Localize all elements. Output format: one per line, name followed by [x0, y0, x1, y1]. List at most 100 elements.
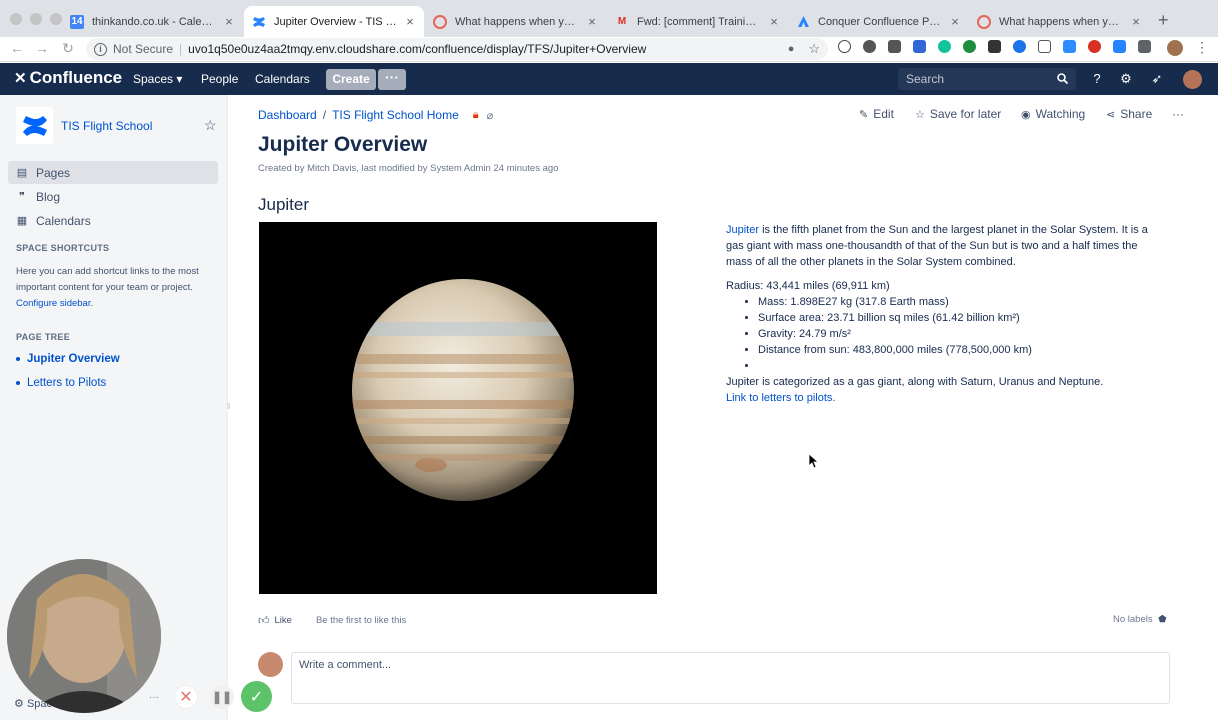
browser-tab-lucid-1[interactable]: What happens when you mo ×: [425, 6, 606, 37]
browser-tab-calendar[interactable]: 14 thinkando.co.uk - Calendar - ×: [62, 6, 243, 37]
like-button[interactable]: 👍︎ Like: [258, 614, 292, 627]
tab-close-icon[interactable]: ×: [586, 14, 598, 29]
space-shortcuts-heading: SPACE SHORTCUTS: [16, 243, 110, 253]
thumbs-up-icon: 👍︎: [258, 615, 270, 627]
tree-item-jupiter-overview[interactable]: Jupiter Overview: [16, 353, 120, 365]
puzzle-icon[interactable]: [1138, 40, 1151, 53]
extensions-bar: [838, 40, 1163, 53]
star-icon[interactable]: ☆: [204, 117, 217, 134]
labels-button[interactable]: No labels ⬟: [1113, 614, 1167, 625]
tab-close-icon[interactable]: ×: [949, 14, 961, 29]
share-button[interactable]: ⋖ Share: [1106, 107, 1152, 121]
sidebar-item-blog[interactable]: ❞ Blog: [8, 185, 218, 208]
commenter-avatar: [258, 652, 283, 677]
extension-6-icon[interactable]: [963, 40, 976, 53]
grammarly-icon[interactable]: [938, 40, 951, 53]
tab-close-icon[interactable]: ×: [223, 14, 235, 29]
sidebar-item-calendars[interactable]: ▦ Calendars: [8, 209, 218, 232]
shortcuts-description: Here you can add shortcut links to the m…: [16, 266, 199, 309]
watching-button[interactable]: ◉ Watching: [1021, 107, 1085, 121]
create-button[interactable]: Create: [326, 69, 376, 90]
tree-item-letters-to-pilots[interactable]: Letters to Pilots: [16, 377, 106, 389]
breadcrumb-space-home[interactable]: TIS Flight School Home: [332, 108, 459, 122]
back-icon[interactable]: ←: [8, 40, 26, 56]
user-avatar[interactable]: [1183, 70, 1202, 89]
address-bar-row: ← → ↻ i Not Secure | uvo1q50e0uz4aa2tmqy…: [0, 37, 1218, 62]
extension-7-icon[interactable]: [988, 40, 1001, 53]
extension-4-icon[interactable]: [913, 40, 926, 53]
save-for-later-button[interactable]: ☆ Save for later: [915, 107, 1001, 121]
window-zoom-dot[interactable]: [50, 13, 62, 25]
search-icon[interactable]: [1057, 68, 1069, 91]
help-icon[interactable]: ?: [1089, 71, 1105, 86]
forward-icon[interactable]: →: [33, 40, 51, 56]
attachment-icon[interactable]: ⌀: [487, 109, 494, 122]
recorder-pause-button[interactable]: ❚❚: [210, 685, 234, 709]
bookmark-star-icon[interactable]: ☆: [808, 41, 820, 57]
jupiter-image[interactable]: [259, 222, 657, 594]
url-text[interactable]: uvo1q50e0uz4aa2tmqy.env.cloudshare.com/c…: [188, 42, 646, 56]
tab-close-icon[interactable]: ×: [768, 14, 780, 29]
lucidchart-icon: [977, 14, 991, 29]
rocket-icon[interactable]: ➶: [1149, 71, 1165, 87]
no-labels-text: No labels: [1113, 614, 1153, 625]
configure-sidebar-link[interactable]: Configure sidebar: [16, 298, 90, 309]
tab-close-icon[interactable]: ×: [404, 14, 416, 29]
url-bar[interactable]: i Not Secure | uvo1q50e0uz4aa2tmqy.env.c…: [86, 38, 828, 60]
lock-icon[interactable]: 🔒︎: [473, 109, 479, 122]
extension-8-icon[interactable]: [1013, 40, 1026, 53]
calendar-icon: ▦: [16, 215, 28, 227]
jupiter-link[interactable]: Jupiter: [726, 224, 759, 236]
extension-9-icon[interactable]: [1038, 40, 1051, 53]
recorder-more-button[interactable]: ···: [144, 687, 164, 707]
recorder-finish-button[interactable]: ✓: [241, 681, 272, 712]
more-actions-icon[interactable]: ···: [1172, 107, 1184, 121]
sidebar-resize-handle[interactable]: ‖: [227, 402, 232, 414]
window-minimize-dot[interactable]: [30, 13, 42, 25]
sidebar-item-pages[interactable]: ▤ Pages: [8, 161, 218, 184]
recorder-cancel-button[interactable]: ✕: [174, 685, 198, 709]
pencil-icon: ✎: [859, 108, 869, 121]
intro-text: is the fifth planet from the Sun and the…: [726, 224, 1148, 268]
share-label: Share: [1120, 107, 1153, 121]
search-input[interactable]: Search: [898, 68, 1076, 90]
gear-icon[interactable]: ⚙: [1118, 71, 1134, 87]
pages-icon: ▤: [16, 167, 28, 179]
edit-button[interactable]: ✎ Edit: [859, 107, 894, 121]
window-close-dot[interactable]: [10, 13, 22, 25]
extension-3-icon[interactable]: [888, 40, 901, 53]
chrome-menu-icon[interactable]: ⋮: [1195, 39, 1209, 56]
extension-12-icon[interactable]: [1113, 40, 1126, 53]
watching-label: Watching: [1035, 107, 1086, 121]
comment-input[interactable]: Write a comment...: [291, 652, 1170, 704]
chevron-down-icon: ▾: [176, 72, 183, 86]
letters-to-pilots-link[interactable]: Link to letters to pilots.: [726, 392, 835, 404]
extension-1-icon[interactable]: [838, 40, 851, 53]
browser-tab-lucid-2[interactable]: What happens when you mo ×: [969, 6, 1150, 37]
reload-icon[interactable]: ↻: [59, 40, 77, 57]
new-tab-icon[interactable]: +: [1158, 10, 1169, 31]
profile-avatar[interactable]: [1167, 40, 1183, 56]
extension-11-icon[interactable]: [1088, 40, 1101, 53]
browser-tab-gmail[interactable]: M Fwd: [comment] Training & C ×: [607, 6, 788, 37]
space-name[interactable]: TIS Flight School: [61, 119, 152, 133]
info-icon[interactable]: i: [94, 42, 107, 56]
tag-icon: ⬟: [1158, 614, 1167, 625]
list-item: Distance from sun: 483,800,000 miles (77…: [758, 342, 1166, 358]
tab-close-icon[interactable]: ×: [1130, 14, 1142, 29]
calendars-link[interactable]: Calendars: [255, 72, 310, 86]
browser-tab-atlassian[interactable]: Conquer Confluence Permiss ×: [788, 6, 969, 37]
spaces-menu[interactable]: Spaces ▾: [133, 72, 182, 86]
atlassian-icon: [796, 15, 810, 29]
breadcrumb-dashboard[interactable]: Dashboard: [258, 108, 317, 122]
create-more-button[interactable]: ···: [378, 69, 406, 90]
microphone-icon[interactable]: ●: [788, 43, 795, 55]
people-link[interactable]: People: [201, 72, 238, 86]
bullet-icon: [16, 381, 20, 385]
space-logo-icon[interactable]: [16, 107, 53, 144]
zoom-icon[interactable]: [1063, 40, 1076, 53]
extension-2-icon[interactable]: [863, 40, 876, 53]
confluence-logo[interactable]: ✕ Confluence: [14, 68, 122, 88]
tab-title: What happens when you mo: [455, 15, 580, 28]
browser-tab-jupiter[interactable]: Jupiter Overview - TIS Flight ×: [244, 6, 424, 37]
